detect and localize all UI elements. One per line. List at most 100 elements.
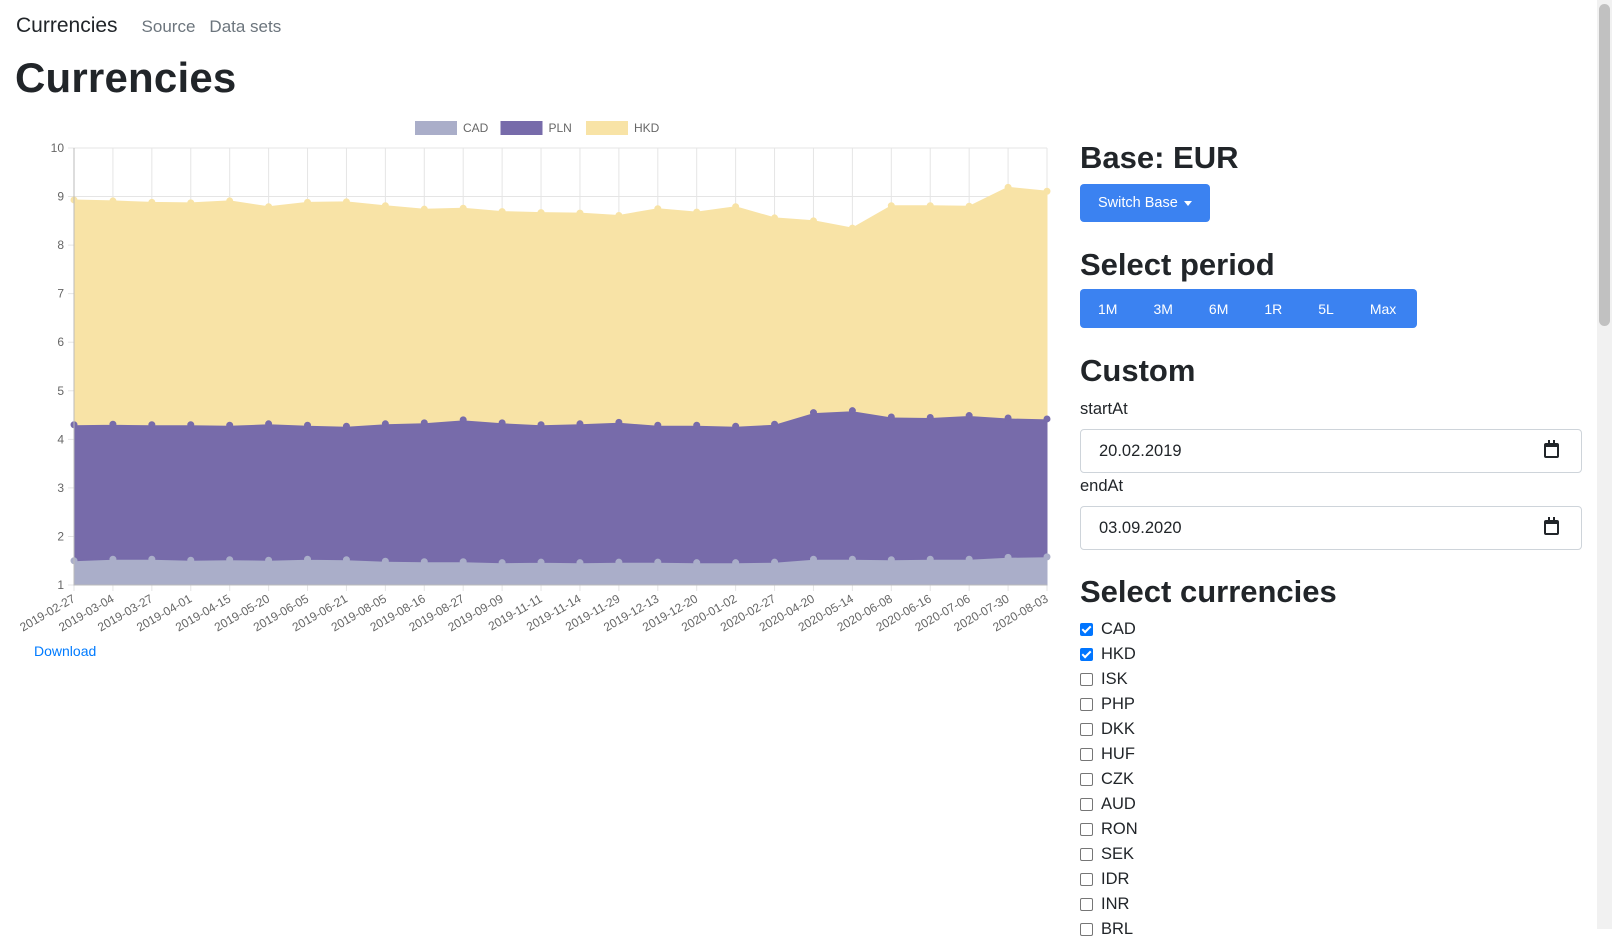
point-pln xyxy=(965,412,973,420)
point-pln xyxy=(771,420,779,428)
point-hkd xyxy=(537,209,545,217)
point-pln xyxy=(265,420,273,428)
currency-checkbox[interactable] xyxy=(1080,648,1093,661)
currency-option-ron[interactable]: RON xyxy=(1080,817,1138,842)
point-cad xyxy=(420,558,428,566)
point-cad xyxy=(965,555,973,563)
page-scrollbar[interactable] xyxy=(1597,0,1612,929)
point-cad xyxy=(848,555,856,563)
point-pln xyxy=(887,413,895,421)
point-hkd xyxy=(965,202,973,210)
currency-option-hkd[interactable]: HKD xyxy=(1080,642,1138,667)
y-tick-label: 8 xyxy=(57,238,64,252)
custom-heading: Custom xyxy=(1080,353,1196,388)
point-cad xyxy=(342,556,350,564)
point-cad xyxy=(809,555,817,563)
currency-label: CZK xyxy=(1101,770,1134,788)
start-at-input[interactable]: 20.02.2019 xyxy=(1080,429,1582,473)
currency-checkbox[interactable] xyxy=(1080,923,1093,936)
currency-label: HUF xyxy=(1101,745,1135,763)
currency-checkbox[interactable] xyxy=(1080,723,1093,736)
point-hkd xyxy=(887,202,895,210)
point-cad xyxy=(887,556,895,564)
switch-base-label: Switch Base xyxy=(1098,195,1178,211)
currency-checkbox[interactable] xyxy=(1080,848,1093,861)
navbar-brand[interactable]: Currencies xyxy=(16,14,118,38)
point-cad xyxy=(226,556,234,564)
end-at-input[interactable]: 03.09.2020 xyxy=(1080,506,1582,550)
point-pln xyxy=(498,419,506,427)
currency-label: AUD xyxy=(1101,795,1136,813)
nav-link-data-sets[interactable]: Data sets xyxy=(209,17,281,37)
currency-label: BRL xyxy=(1101,920,1134,938)
point-hkd xyxy=(654,205,662,213)
currency-option-aud[interactable]: AUD xyxy=(1080,792,1138,817)
currency-label: INR xyxy=(1101,895,1130,913)
point-pln xyxy=(381,420,389,428)
area-hkd xyxy=(73,186,1048,427)
point-pln xyxy=(342,422,350,430)
y-tick-label: 6 xyxy=(57,335,64,349)
period-button-1m[interactable]: 1M xyxy=(1080,289,1135,328)
calendar-icon[interactable] xyxy=(1544,517,1559,535)
point-hkd xyxy=(148,198,156,206)
point-hkd xyxy=(771,214,779,222)
y-tick-label: 5 xyxy=(57,384,64,398)
switch-base-button[interactable]: Switch Base xyxy=(1080,184,1210,222)
point-pln xyxy=(226,421,234,429)
point-pln xyxy=(926,413,934,421)
currency-option-dkk[interactable]: DKK xyxy=(1080,717,1138,742)
period-button-6m[interactable]: 6M xyxy=(1191,289,1246,328)
point-hkd xyxy=(187,199,195,207)
currency-option-sek[interactable]: SEK xyxy=(1080,842,1138,867)
currency-checkbox[interactable] xyxy=(1080,823,1093,836)
period-button-3m[interactable]: 3M xyxy=(1135,289,1190,328)
point-pln xyxy=(693,421,701,429)
point-cad xyxy=(926,555,934,563)
point-pln xyxy=(187,421,195,429)
currency-option-huf[interactable]: HUF xyxy=(1080,742,1138,767)
page-title: Currencies xyxy=(15,54,237,101)
point-cad xyxy=(265,556,273,564)
currency-checkbox[interactable] xyxy=(1080,623,1093,636)
currency-label: SEK xyxy=(1101,845,1135,863)
period-button-5l[interactable]: 5L xyxy=(1300,289,1352,328)
currency-checkbox[interactable] xyxy=(1080,673,1093,686)
currency-label: CAD xyxy=(1101,620,1136,638)
currency-checkbox[interactable] xyxy=(1080,748,1093,761)
currency-option-brl[interactable]: BRL xyxy=(1080,917,1138,942)
legend-swatch-cad xyxy=(415,121,457,135)
point-pln xyxy=(576,420,584,428)
y-tick-label: 1 xyxy=(57,578,64,592)
legend-label-pln: PLN xyxy=(549,121,572,135)
currency-option-czk[interactable]: CZK xyxy=(1080,767,1138,792)
currency-option-cad[interactable]: CAD xyxy=(1080,617,1138,642)
currency-checkbox[interactable] xyxy=(1080,773,1093,786)
point-cad xyxy=(304,555,312,563)
point-hkd xyxy=(498,208,506,216)
period-button-1r[interactable]: 1R xyxy=(1246,289,1300,328)
y-tick-label: 9 xyxy=(57,190,64,204)
currency-checkbox[interactable] xyxy=(1080,698,1093,711)
point-pln xyxy=(109,420,117,428)
point-hkd xyxy=(809,217,817,225)
currency-option-inr[interactable]: INR xyxy=(1080,892,1138,917)
currency-checkbox[interactable] xyxy=(1080,873,1093,886)
download-link[interactable]: Download xyxy=(34,643,96,659)
currency-checkbox[interactable] xyxy=(1080,798,1093,811)
point-cad xyxy=(1043,553,1051,561)
nav-link-source[interactable]: Source xyxy=(142,17,196,37)
point-hkd xyxy=(304,198,312,206)
y-tick-label: 10 xyxy=(51,141,65,155)
currency-option-php[interactable]: PHP xyxy=(1080,692,1138,717)
y-tick-label: 2 xyxy=(57,529,64,543)
currency-option-idr[interactable]: IDR xyxy=(1080,867,1138,892)
period-button-max[interactable]: Max xyxy=(1352,289,1414,328)
y-tick-label: 7 xyxy=(57,287,64,301)
currency-label: IDR xyxy=(1101,870,1130,888)
currency-checkbox[interactable] xyxy=(1080,898,1093,911)
end-at-label: endAt xyxy=(1080,477,1124,495)
calendar-icon[interactable] xyxy=(1544,440,1559,458)
currency-option-isk[interactable]: ISK xyxy=(1080,667,1138,692)
scrollbar-thumb[interactable] xyxy=(1599,4,1610,326)
